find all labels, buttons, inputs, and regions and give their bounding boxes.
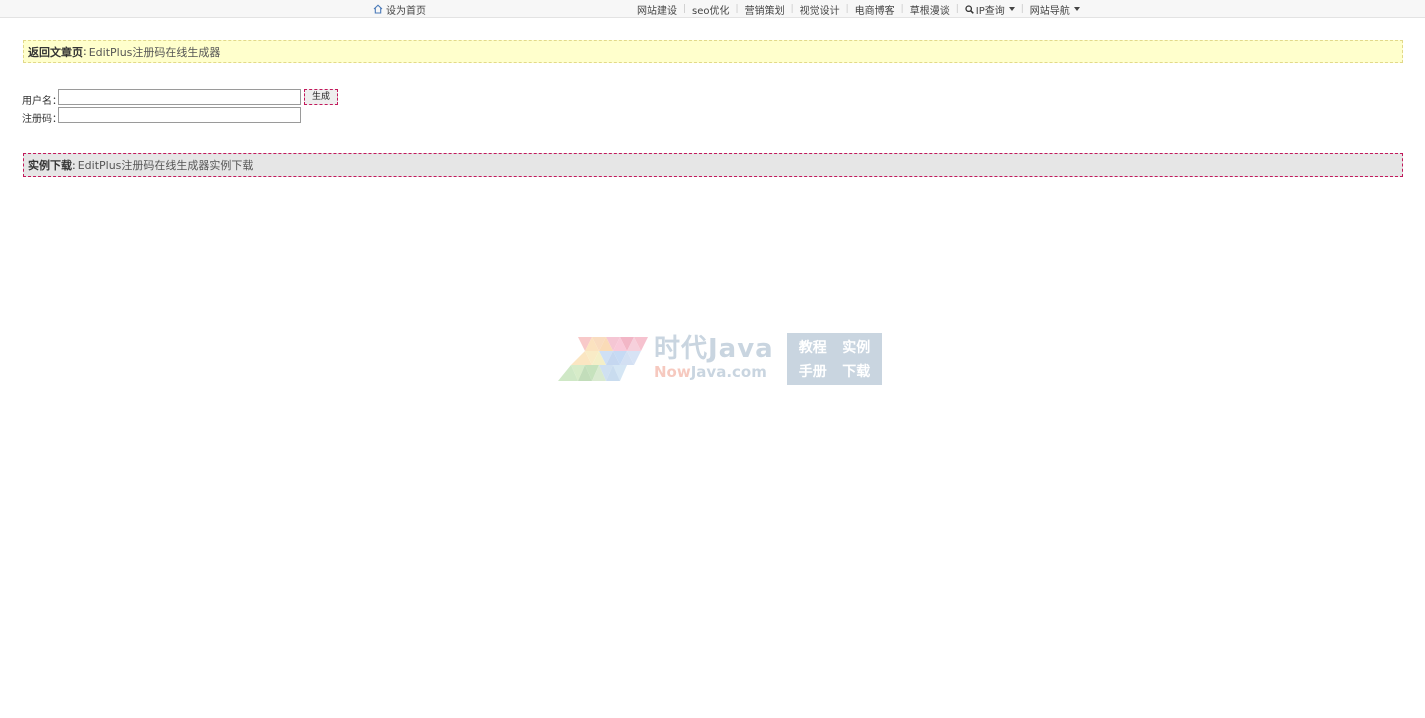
example-download-link[interactable]: EditPlus注册码在线生成器实例下载 bbox=[78, 157, 254, 173]
username-label: 用户名： bbox=[22, 96, 62, 107]
nav-separator: | bbox=[955, 4, 959, 14]
search-icon bbox=[965, 4, 974, 14]
nav-separator: | bbox=[1020, 4, 1024, 14]
nav-item-marketing[interactable]: 营销策划 bbox=[745, 2, 785, 17]
watermark-domain-now: Now bbox=[654, 363, 691, 381]
watermark-badge-text: 手册 bbox=[798, 364, 827, 380]
back-to-article-bar: 返回文章页 : EditPlus注册码在线生成器 bbox=[23, 40, 1403, 63]
nav-item-grassroots[interactable]: 草根漫谈 bbox=[910, 2, 950, 17]
watermark-domain: NowJava.com bbox=[654, 363, 774, 381]
watermark-badge-text: 教程 bbox=[798, 340, 827, 356]
nav-item-web-build[interactable]: 网站建设 bbox=[637, 2, 677, 17]
watermark-badge-text: 下载 bbox=[842, 364, 871, 380]
nav-item-site-nav[interactable]: 网站导航 bbox=[1030, 2, 1080, 17]
regcode-label: 注册码： bbox=[22, 114, 62, 125]
watermark-brand: 时代Java NowJava.com bbox=[654, 335, 774, 381]
generate-button[interactable]: 生成 bbox=[304, 89, 338, 105]
set-homepage-link[interactable]: 设为首页 bbox=[373, 2, 426, 17]
nav-item-visual-design[interactable]: 视觉设计 bbox=[800, 2, 840, 17]
nav-separator: | bbox=[683, 4, 687, 14]
colon: : bbox=[72, 158, 76, 172]
nav-item-seo[interactable]: seo优化 bbox=[692, 2, 729, 17]
triangle-logo-icon bbox=[558, 337, 648, 381]
back-to-article-link[interactable]: EditPlus注册码在线生成器 bbox=[89, 44, 221, 60]
watermark-domain-rest: Java.com bbox=[690, 363, 767, 381]
site-watermark: 时代Java NowJava.com 教程 实例 手册 下载 bbox=[556, 333, 884, 385]
nav-separator: | bbox=[790, 4, 794, 14]
nav-separator: | bbox=[735, 4, 739, 14]
site-nav-label: 网站导航 bbox=[1029, 5, 1070, 17]
back-to-article-label: 返回文章页 bbox=[28, 45, 83, 59]
nav-separator: | bbox=[845, 4, 849, 14]
username-input[interactable] bbox=[58, 89, 301, 105]
example-download-bar: 实例下载 : EditPlus注册码在线生成器实例下载 bbox=[23, 153, 1403, 177]
top-nav: 网站建设 | seo优化 | 营销策划 | 视觉设计 | 电商博客 | 草根漫谈… bbox=[637, 2, 1080, 17]
set-homepage-label: 设为首页 bbox=[386, 5, 426, 17]
regcode-input[interactable] bbox=[58, 107, 301, 123]
watermark-badge-text: 实例 bbox=[842, 340, 871, 356]
top-bar: 设为首页 网站建设 | seo优化 | 营销策划 | 视觉设计 | 电商博客 |… bbox=[0, 0, 1425, 18]
example-download-label: 实例下载 bbox=[28, 159, 72, 172]
watermark-badge: 教程 实例 手册 下载 bbox=[787, 333, 882, 385]
watermark-title: 时代Java bbox=[654, 334, 774, 364]
nav-item-ip-lookup[interactable]: IP查询 bbox=[965, 2, 1015, 17]
nav-item-ecommerce-blog[interactable]: 电商博客 bbox=[855, 2, 895, 17]
chevron-down-icon bbox=[1008, 7, 1015, 11]
chevron-down-icon bbox=[1073, 7, 1080, 11]
colon: : bbox=[83, 45, 87, 58]
home-icon bbox=[373, 4, 383, 14]
ip-lookup-label: IP查询 bbox=[975, 5, 1005, 17]
nav-separator: | bbox=[900, 4, 904, 14]
